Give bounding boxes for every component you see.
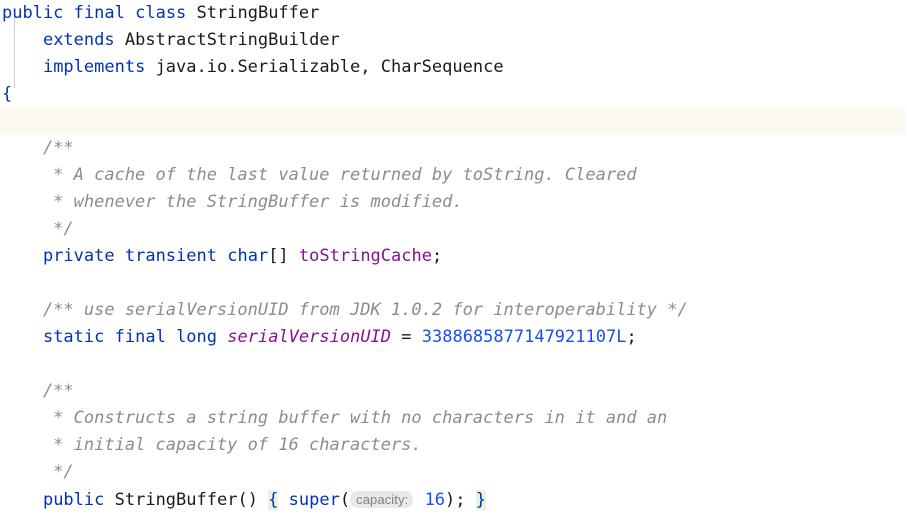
number-token: 16: [424, 490, 446, 510]
matched-brace-token: }: [475, 490, 487, 510]
code-line[interactable]: * Constructs a string buffer with no cha…: [0, 405, 907, 432]
code-line[interactable]: /** use serialVersionUID from JDK 1.0.2 …: [0, 297, 907, 324]
code-editor[interactable]: public final class StringBuffer extends …: [0, 0, 907, 522]
punctuation-token: ;: [431, 246, 443, 266]
identifier-token: StringBuffer: [114, 490, 238, 510]
punctuation-token: );: [445, 490, 476, 510]
keyword-token: private: [42, 246, 115, 266]
code-line[interactable]: public StringBuffer() { super(capacity: …: [0, 486, 907, 513]
keyword-token: class: [135, 3, 187, 23]
keyword-token: final: [73, 3, 125, 23]
comment-token: * Constructs a string buffer with no cha…: [2, 408, 668, 428]
parameter-hint-inlay[interactable]: capacity:: [350, 491, 414, 508]
comment-token: * initial capacity of 16 characters.: [2, 435, 422, 455]
keyword-token: super: [288, 490, 340, 510]
comment-token: /**: [2, 381, 74, 401]
code-line[interactable]: * whenever the StringBuffer is modified.: [0, 189, 907, 216]
matched-brace-token: {: [268, 490, 279, 510]
punctuation-token: (: [339, 490, 351, 510]
code-line[interactable]: private transient char[] toStringCache;: [0, 243, 907, 270]
comment-token: * A cache of the last value returned by …: [2, 165, 637, 185]
code-line[interactable]: [0, 351, 907, 378]
code-line[interactable]: * A cache of the last value returned by …: [0, 162, 907, 189]
keyword-token: extends: [42, 30, 115, 50]
keyword-token: public: [2, 3, 64, 23]
punctuation-token: []: [268, 246, 299, 266]
keyword-token: transient: [124, 246, 217, 266]
comment-token: /** use serialVersionUID from JDK 1.0.2 …: [2, 300, 688, 320]
code-line[interactable]: /**: [0, 378, 907, 405]
code-line[interactable]: static final long serialVersionUID = 338…: [0, 324, 907, 351]
code-line[interactable]: [0, 270, 907, 297]
identifier-token: java.io.Serializable, CharSequence: [155, 57, 504, 77]
number-token: 3388685877147921107L: [421, 327, 627, 347]
code-line[interactable]: {: [0, 81, 907, 108]
identifier-token: AbstractStringBuilder: [124, 30, 340, 50]
code-line[interactable]: public final class StringBuffer: [0, 0, 907, 27]
code-line[interactable]: implements java.io.Serializable, CharSeq…: [0, 54, 907, 81]
comment-token: */: [2, 462, 74, 482]
keyword-token: char: [227, 246, 269, 266]
comment-token: /**: [2, 138, 74, 158]
code-line-current[interactable]: [0, 108, 905, 135]
punctuation-token: =: [391, 327, 422, 347]
identifier-token: StringBuffer: [196, 3, 320, 23]
keyword-token: {: [2, 84, 13, 104]
code-line[interactable]: * initial capacity of 16 characters.: [0, 432, 907, 459]
code-line[interactable]: */: [0, 459, 907, 486]
editor-code-area[interactable]: public final class StringBuffer extends …: [0, 0, 907, 522]
keyword-token: implements: [42, 57, 146, 77]
field-token: toStringCache: [298, 246, 432, 266]
comment-token: */: [2, 219, 74, 239]
punctuation-token: (): [237, 490, 269, 510]
code-line[interactable]: /**: [0, 135, 907, 162]
code-line[interactable]: extends AbstractStringBuilder: [0, 27, 907, 54]
code-line[interactable]: */: [0, 216, 907, 243]
keyword-token: static: [42, 327, 105, 347]
keyword-token: public: [42, 490, 105, 510]
comment-token: * whenever the StringBuffer is modified.: [2, 192, 463, 212]
keyword-token: long: [176, 327, 218, 347]
punctuation-token: ;: [626, 327, 637, 347]
keyword-token: final: [114, 327, 166, 347]
static-field-token: serialVersionUID: [227, 327, 392, 347]
